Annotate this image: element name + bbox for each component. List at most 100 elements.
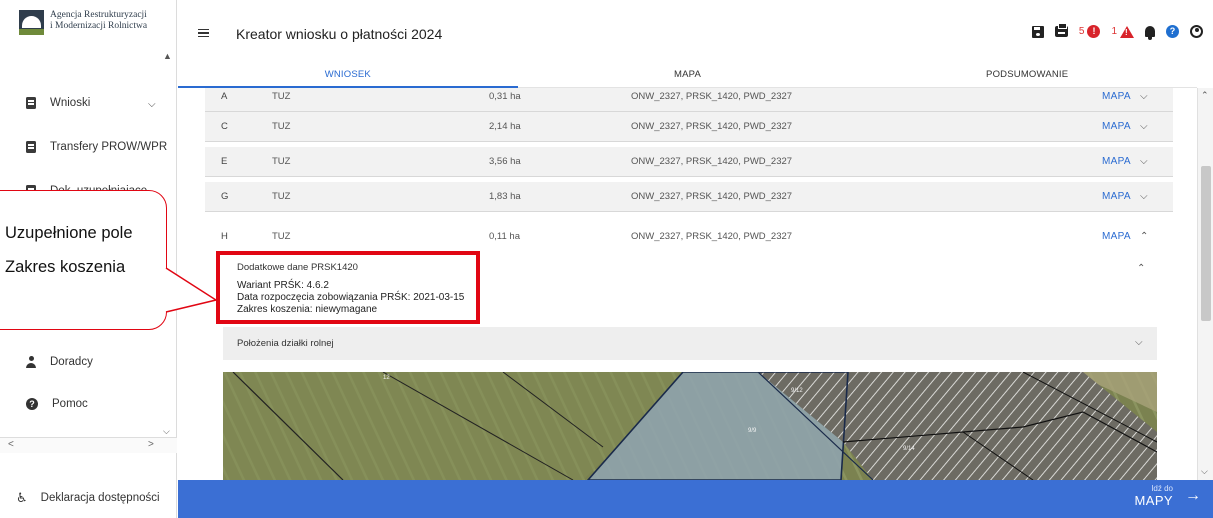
error-count[interactable]: 5 — [1079, 26, 1085, 37]
bottom-bar: Idź do MAPY → — [178, 480, 1213, 518]
parcel-location-label: Położenia działki rolnej — [237, 338, 334, 349]
arrow-right-icon: → — [1185, 487, 1201, 504]
clipboard-icon — [26, 97, 36, 109]
logo-line-2: i Modernizacji Rolnictwa — [50, 20, 148, 31]
sidebar-horizontal-scrollbar[interactable]: < > — [0, 437, 177, 453]
callout-line-1: Uzupełnione pole — [5, 224, 133, 242]
tab-wniosek[interactable]: WNIOSEK — [178, 64, 518, 88]
chevron-up-icon[interactable]: ⌃ — [1137, 263, 1145, 274]
chevron-down-icon[interactable]: ⌵ — [148, 99, 156, 110]
map-link[interactable]: MAPA — [1102, 91, 1131, 102]
table-row[interactable]: E TUZ 3,56 ha ONW_2327, PRSK_1420, PWD_2… — [205, 147, 1173, 177]
map-image: 12 9/12 9/9 9/14 — [223, 372, 1157, 480]
parcel-area: 2,14 ha — [489, 121, 521, 132]
parcel-list: A TUZ 0,31 ha ONW_2327, PRSK_1420, PWD_2… — [205, 88, 1173, 480]
map-label: 12 — [383, 375, 390, 381]
parcel-id: G — [221, 191, 229, 202]
parcel-area: 0,31 ha — [489, 91, 521, 102]
tab-bar: WNIOSEK MAPA PODSUMOWANIE — [178, 64, 1198, 88]
map-link[interactable]: MAPA — [1102, 121, 1131, 132]
arimr-logo[interactable]: Agencja Restrukturyzacji i Modernizacji … — [19, 10, 147, 35]
scroll-down-icon[interactable]: ⌵ — [1201, 466, 1208, 477]
chevron-down-icon[interactable]: ⌵ — [1140, 156, 1148, 167]
sidebar-item-doradcy[interactable]: Doradcy — [26, 356, 93, 368]
logo-line-1: Agencja Restrukturyzacji — [50, 10, 147, 20]
map-link[interactable]: MAPA — [1102, 231, 1131, 242]
table-row[interactable]: C TUZ 2,14 ha ONW_2327, PRSK_1420, PWD_2… — [205, 112, 1173, 142]
sidebar-item-label: Doradcy — [50, 356, 93, 368]
sidebar-item-label: Transfery PROW/WPR — [50, 141, 168, 153]
parcel-codes: ONW_2327, PRSK_1420, PWD_2327 — [631, 230, 793, 242]
chevron-up-icon[interactable]: ⌃ — [1140, 231, 1148, 242]
content-scrollbar[interactable]: ⌃ ⌵ — [1197, 88, 1213, 480]
table-row[interactable]: A TUZ 0,31 ha ONW_2327, PRSK_1420, PWD_2… — [205, 88, 1173, 112]
hamburger-menu-icon[interactable] — [198, 29, 209, 37]
accessibility-icon: ♿ — [16, 490, 28, 505]
parcel-codes: ONW_2327, PRSK_1420, PWD_2327 — [631, 121, 793, 132]
parcel-type: TUZ — [272, 121, 291, 132]
sidebar-item-wnioski[interactable]: Wnioski — [26, 97, 90, 109]
error-icon[interactable]: ! — [1087, 25, 1101, 38]
help-icon[interactable]: ? — [1166, 25, 1179, 38]
parcel-map[interactable]: 12 9/12 9/9 9/14 — [223, 372, 1157, 480]
parcel-type: TUZ — [272, 156, 291, 167]
map-link[interactable]: MAPA — [1102, 156, 1131, 167]
chevron-down-icon[interactable]: ⌵ — [1135, 337, 1143, 348]
sidebar-item-transfery[interactable]: Transfery PROW/WPR — [26, 141, 167, 153]
chevron-down-icon[interactable]: ⌵ — [1140, 121, 1148, 132]
parcel-id: E — [221, 156, 228, 167]
top-bar: Kreator wniosku o płatności 2024 5 ! 1 ? — [178, 0, 1213, 64]
sidebar-scroll-up-icon[interactable]: ▲ — [163, 51, 172, 61]
user-icon[interactable] — [1190, 25, 1203, 38]
parcel-area: 3,56 ha — [489, 156, 521, 167]
parcel-area: 1,83 ha — [489, 191, 521, 202]
tab-podsumowanie[interactable]: PODSUMOWANIE — [857, 64, 1198, 88]
parcel-codes: ONW_2327, PRSK_1420, PWD_2327 — [631, 191, 793, 202]
save-icon[interactable] — [1031, 25, 1044, 38]
sidebar-item-label: Pomoc — [52, 398, 88, 410]
parcel-type: TUZ — [272, 191, 291, 202]
toolbar-icons: 5 ! 1 ? — [1021, 23, 1203, 40]
clipboard-icon — [26, 141, 36, 153]
go-to-map-button[interactable]: Idź do MAPY → — [1135, 484, 1201, 508]
table-row[interactable]: G TUZ 1,83 ha ONW_2327, PRSK_1420, PWD_2… — [205, 182, 1173, 212]
parcel-type: TUZ — [272, 91, 291, 102]
map-label: 9/9 — [748, 428, 757, 434]
tab-mapa[interactable]: MAPA — [517, 64, 858, 88]
go-to-label: Idź do — [1151, 484, 1173, 493]
callout-line-2: Zakres koszenia — [5, 258, 126, 276]
scroll-right-icon[interactable]: > — [148, 439, 154, 450]
accessibility-label: Deklaracja dostępności — [40, 492, 160, 504]
parcel-location-section[interactable]: Położenia działki rolnej ⌵ — [223, 327, 1157, 360]
warning-count[interactable]: 1 — [1111, 26, 1117, 37]
sidebar-item-label: Wnioski — [50, 97, 91, 109]
parcel-id: H — [221, 230, 228, 242]
map-link[interactable]: MAPA — [1102, 191, 1131, 202]
parcel-codes: ONW_2327, PRSK_1420, PWD_2327 — [631, 91, 793, 102]
warning-icon[interactable] — [1120, 25, 1134, 38]
print-icon[interactable] — [1054, 23, 1068, 37]
parcel-type: TUZ — [272, 230, 291, 242]
parcel-codes: ONW_2327, PRSK_1420, PWD_2327 — [631, 156, 793, 167]
scrollbar-thumb[interactable] — [1201, 166, 1211, 321]
chevron-down-icon[interactable]: ⌵ — [1140, 91, 1148, 102]
go-to-target: MAPY — [1134, 493, 1173, 508]
callout-text: Uzupełnione pole Zakres koszenia — [5, 216, 133, 284]
accessibility-declaration-link[interactable]: ♿ Deklaracja dostępności — [16, 490, 160, 506]
scroll-left-icon[interactable]: < — [8, 439, 14, 450]
scroll-up-icon[interactable]: ⌃ — [1201, 90, 1209, 101]
help-icon: ? — [26, 398, 38, 410]
person-icon — [26, 356, 36, 368]
page-title: Kreator wniosku o płatności 2024 — [236, 26, 443, 42]
parcel-id: C — [221, 121, 228, 132]
highlight-frame — [216, 251, 480, 324]
map-label: 9/12 — [791, 388, 803, 394]
chevron-down-icon[interactable]: ⌵ — [1140, 191, 1148, 202]
bell-icon[interactable] — [1145, 26, 1155, 40]
sidebar-scroll-down-icon[interactable]: ⌵ — [163, 426, 170, 437]
sidebar-item-pomoc[interactable]: ? Pomoc — [26, 398, 88, 410]
logo-mark-icon — [19, 10, 44, 35]
parcel-area: 0,11 ha — [489, 230, 520, 242]
parcel-id: A — [221, 91, 228, 102]
map-label: 9/14 — [903, 446, 915, 452]
